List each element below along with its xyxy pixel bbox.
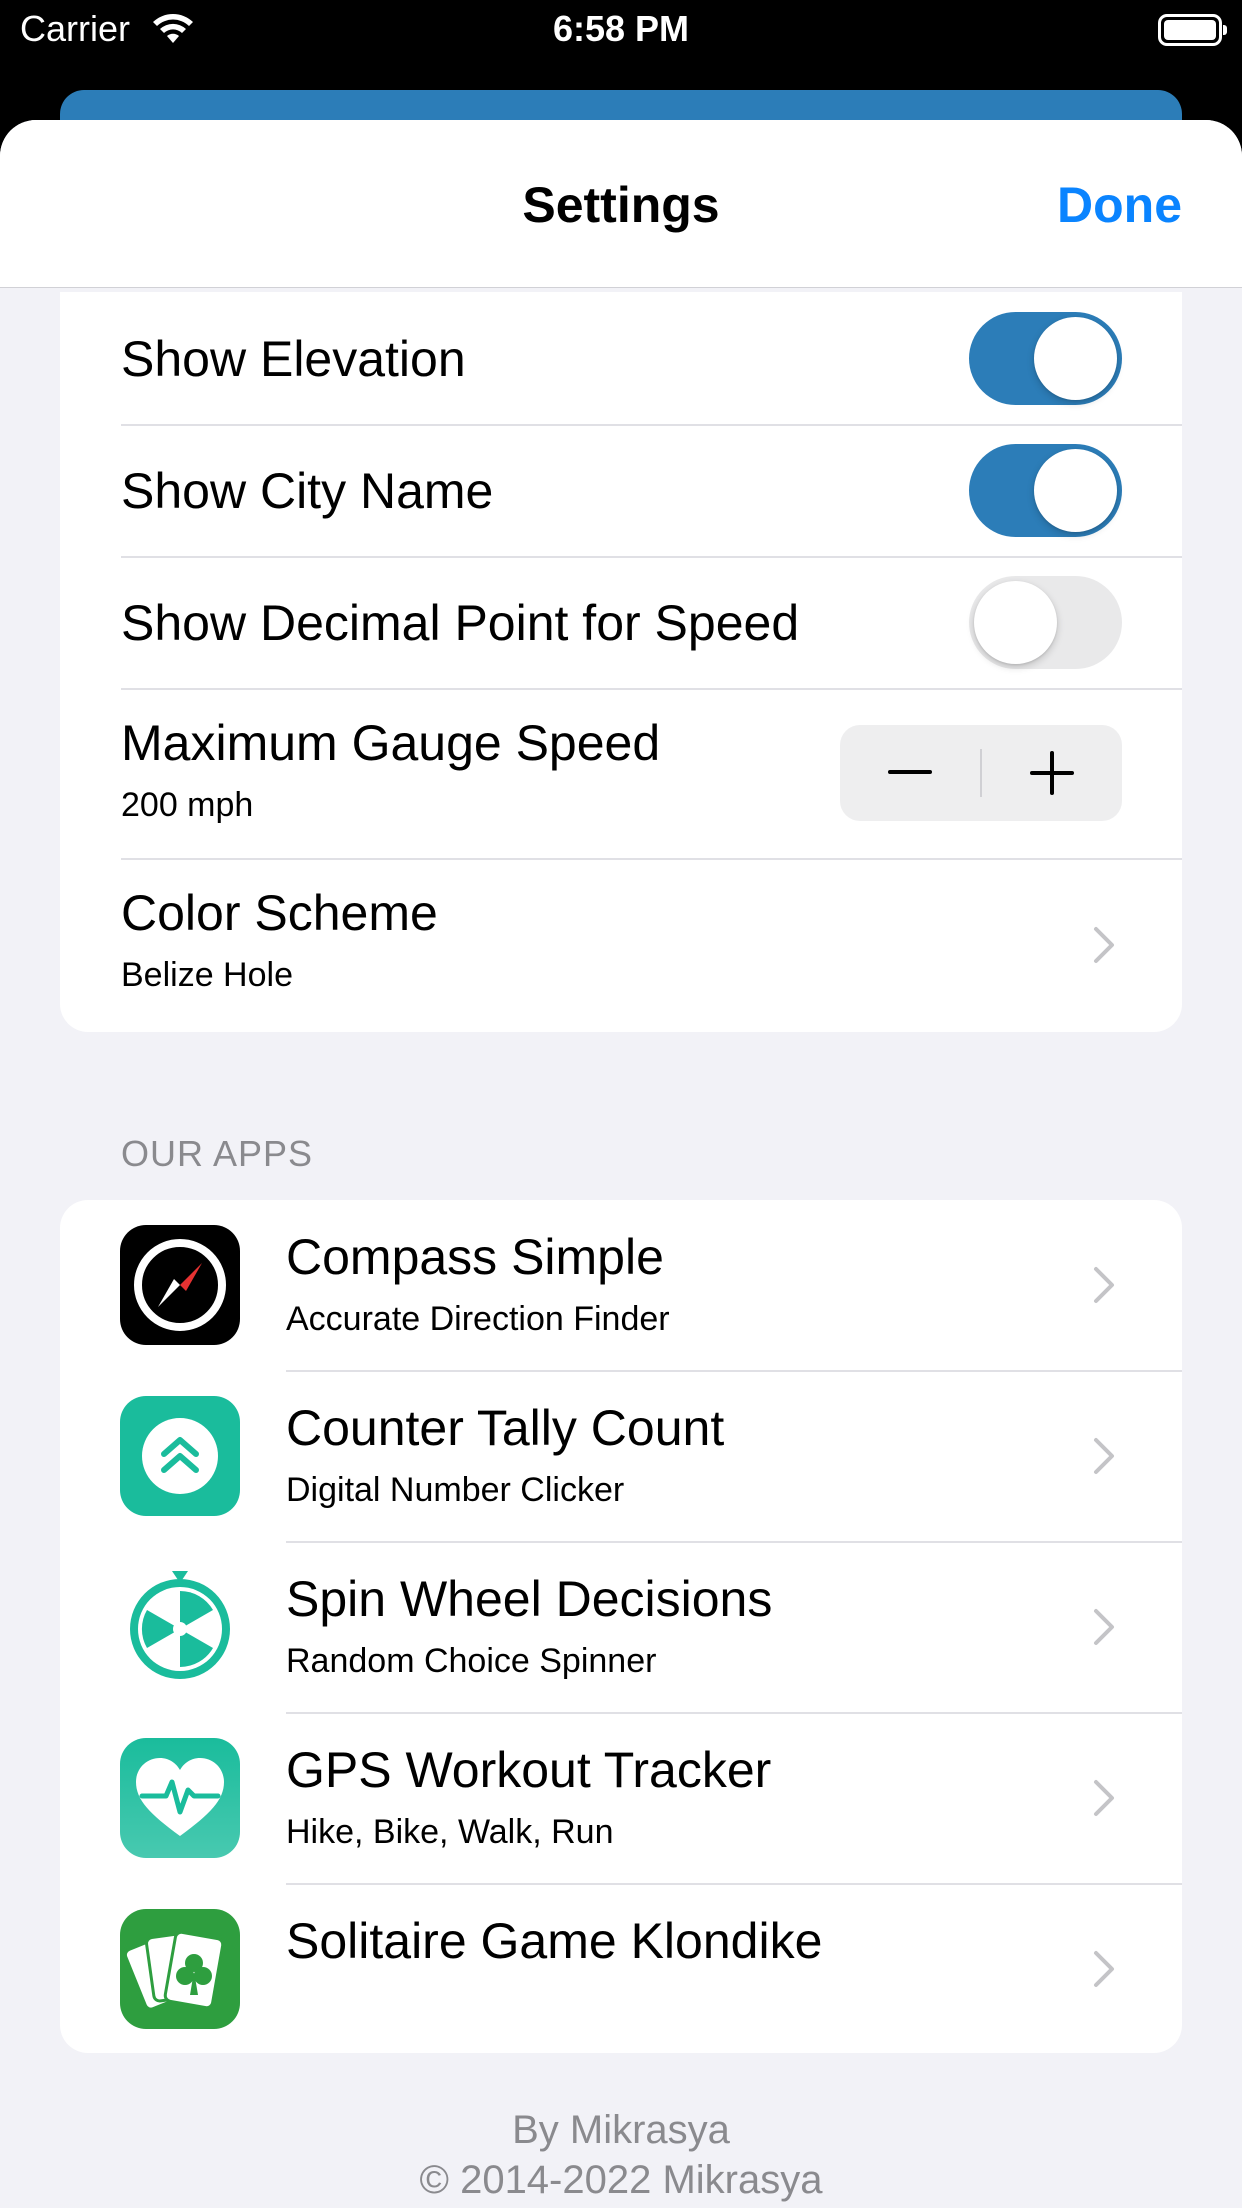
show-decimal-point-row: Show Decimal Point for Speed — [60, 556, 1182, 688]
app-subtitle: Random Choice Spinner — [286, 1642, 657, 1680]
chevron-right-icon — [1094, 927, 1114, 963]
decrement-button[interactable] — [840, 725, 980, 821]
footer-author: By Mikrasya — [512, 2108, 730, 2152]
status-time: 6:58 PM — [552, 8, 690, 49]
app-subtitle: Accurate Direction Finder — [286, 1300, 670, 1338]
app-row-compass[interactable]: Compass Simple Accurate Direction Finder — [60, 1200, 1182, 1370]
show-decimal-point-toggle[interactable] — [969, 576, 1122, 669]
app-title: Solitaire Game Klondike — [286, 1913, 823, 1969]
chevron-right-icon — [1094, 1780, 1114, 1816]
show-elevation-row: Show Elevation — [60, 292, 1182, 424]
app-title: Counter Tally Count — [286, 1400, 725, 1456]
heart-pulse-icon — [120, 1738, 240, 1858]
battery-icon — [1158, 14, 1227, 46]
chevron-right-icon — [1094, 1438, 1114, 1474]
max-gauge-speed-row: Maximum Gauge Speed 200 mph — [60, 688, 1182, 858]
apps-group: Compass Simple Accurate Direction Finder… — [60, 1200, 1182, 2053]
increment-button[interactable] — [982, 725, 1122, 821]
section-header: OUR APPS — [121, 1133, 314, 1174]
show-city-name-row: Show City Name — [60, 424, 1182, 556]
settings-group: Show Elevation Show City Name Show Decim… — [60, 292, 1182, 1032]
app-subtitle: Hike, Bike, Walk, Run — [286, 1813, 614, 1851]
app-row-gps-workout[interactable]: GPS Workout Tracker Hike, Bike, Walk, Ru… — [60, 1713, 1182, 1883]
max-gauge-speed-value: 200 mph — [121, 786, 254, 824]
show-city-name-toggle[interactable] — [969, 444, 1122, 537]
counter-icon — [120, 1396, 240, 1516]
app-row-counter[interactable]: Counter Tally Count Digital Number Click… — [60, 1371, 1182, 1541]
show-city-name-label: Show City Name — [121, 463, 494, 519]
footer-copyright: © 2014-2022 Mikrasya — [419, 2158, 823, 2202]
playing-cards-icon — [120, 1909, 240, 2029]
app-title: GPS Workout Tracker — [286, 1742, 772, 1798]
settings-sheet: Settings Done Show Elevation Show City N… — [0, 120, 1242, 2208]
color-scheme-value: Belize Hole — [121, 956, 293, 994]
spin-wheel-icon — [120, 1567, 240, 1687]
page-title: Settings — [522, 177, 720, 233]
app-title: Spin Wheel Decisions — [286, 1571, 773, 1627]
app-row-solitaire[interactable]: Solitaire Game Klondike — [60, 1884, 1182, 2053]
app-title: Compass Simple — [286, 1229, 664, 1285]
done-button[interactable]: Done — [1057, 176, 1182, 234]
color-scheme-row[interactable]: Color Scheme Belize Hole — [60, 858, 1182, 1032]
app-subtitle: Digital Number Clicker — [286, 1471, 625, 1509]
max-gauge-speed-label: Maximum Gauge Speed — [121, 715, 661, 771]
show-elevation-label: Show Elevation — [121, 331, 466, 387]
chevron-right-icon — [1094, 1609, 1114, 1645]
navigation-bar: Settings Done — [0, 120, 1242, 288]
speed-stepper[interactable] — [840, 725, 1122, 821]
chevron-right-icon — [1094, 1267, 1114, 1303]
show-elevation-toggle[interactable] — [969, 312, 1122, 405]
show-decimal-point-label: Show Decimal Point for Speed — [121, 595, 800, 651]
compass-icon — [120, 1225, 240, 1345]
chevron-right-icon — [1094, 1951, 1114, 1987]
color-scheme-label: Color Scheme — [121, 885, 438, 941]
app-row-spin-wheel[interactable]: Spin Wheel Decisions Random Choice Spinn… — [60, 1542, 1182, 1712]
status-bar: Carrier 6:58 PM — [0, 0, 1242, 62]
plus-icon — [1030, 751, 1074, 795]
minus-icon — [888, 770, 932, 774]
